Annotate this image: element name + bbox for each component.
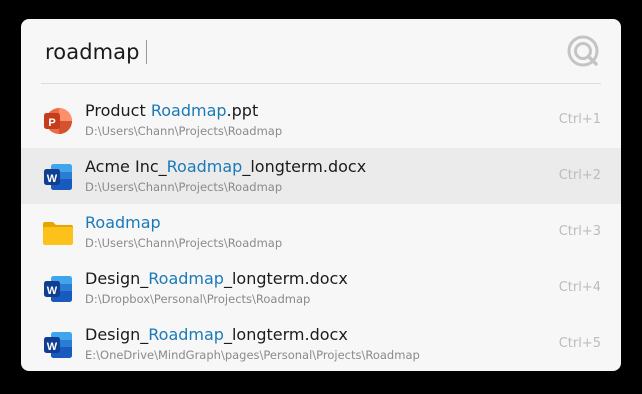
title-match-highlight: Roadmap	[166, 157, 243, 176]
result-shortcut: Ctrl+3	[558, 224, 601, 239]
result-row[interactable]: W Design_Roadmap_longterm.docx D:\Dropbo…	[21, 260, 621, 316]
result-shortcut: Ctrl+5	[558, 336, 601, 351]
title-text: Design_	[85, 325, 149, 344]
word-icon: W	[44, 332, 72, 358]
result-row[interactable]: W Design_Roadmap_longterm.docx E:\OneDri…	[21, 316, 621, 371]
word-icon: W	[44, 276, 72, 302]
result-path: D:\Users\Chann\Projects\Roadmap	[85, 180, 283, 194]
result-title: Roadmap	[85, 212, 161, 234]
title-match-highlight: Roadmap	[150, 101, 227, 120]
search-input[interactable]: roadmap	[45, 38, 147, 66]
title-text: Acme Inc_	[85, 157, 167, 176]
search-bar[interactable]: roadmap	[21, 19, 621, 83]
title-text: _longterm.docx	[223, 325, 348, 344]
svg-text:P: P	[48, 117, 55, 129]
title-text: Product	[85, 101, 151, 120]
title-text: Design_	[85, 269, 149, 288]
svg-text:W: W	[47, 173, 58, 185]
result-shortcut: Ctrl+1	[558, 112, 601, 127]
title-match-highlight: Roadmap	[148, 325, 224, 344]
title-match-highlight: Roadmap	[85, 213, 161, 232]
powerpoint-icon: P	[44, 108, 72, 134]
title-match-highlight: Roadmap	[148, 269, 224, 288]
result-title: Product Roadmap.ppt	[85, 100, 258, 122]
title-text: _longterm.docx	[223, 269, 348, 288]
result-row[interactable]: Roadmap D:\Users\Chann\Projects\Roadmap …	[21, 204, 621, 260]
result-path: E:\OneDrive\MindGraph\pages\Personal\Pro…	[85, 348, 420, 362]
result-row-selected[interactable]: W Acme Inc_Roadmap_longterm.docx D:\User…	[21, 148, 621, 204]
text-caret	[145, 40, 147, 64]
result-title: Design_Roadmap_longterm.docx	[85, 324, 348, 346]
search-icon[interactable]	[563, 31, 603, 71]
result-shortcut: Ctrl+2	[558, 168, 601, 183]
title-text: .ppt	[226, 101, 259, 120]
result-path: D:\Users\Chann\Projects\Roadmap	[85, 236, 283, 250]
result-path: D:\Dropbox\Personal\Projects\Roadmap	[85, 292, 311, 306]
result-title: Acme Inc_Roadmap_longterm.docx	[85, 156, 366, 178]
title-text: _longterm.docx	[242, 157, 367, 176]
svg-text:W: W	[47, 341, 58, 353]
folder-icon	[43, 222, 73, 245]
divider	[41, 83, 601, 84]
result-title: Design_Roadmap_longterm.docx	[85, 268, 348, 290]
svg-text:W: W	[47, 285, 58, 297]
result-shortcut: Ctrl+4	[558, 280, 601, 295]
search-query: roadmap	[45, 40, 140, 64]
launcher-panel: roadmap P Product Roadmap.ppt D:\Users\C…	[21, 19, 621, 371]
results-list: P Product Roadmap.ppt D:\Users\Chann\Pro…	[21, 92, 621, 371]
result-row[interactable]: P Product Roadmap.ppt D:\Users\Chann\Pro…	[21, 92, 621, 148]
result-path: D:\Users\Chann\Projects\Roadmap	[85, 124, 283, 138]
word-icon: W	[44, 164, 72, 190]
